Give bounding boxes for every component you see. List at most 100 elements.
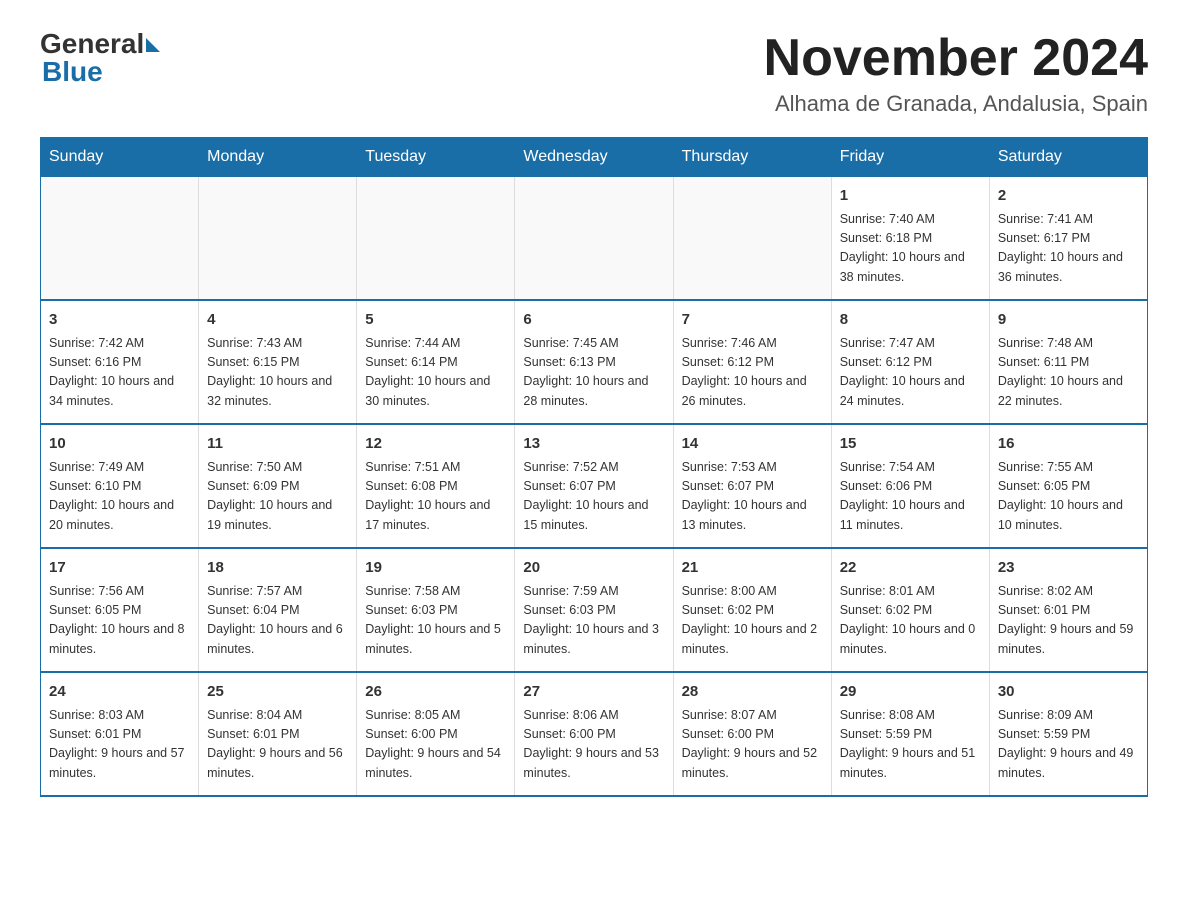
calendar-cell: 6Sunrise: 7:45 AM Sunset: 6:13 PM Daylig… [515,300,673,424]
day-number: 24 [49,681,190,704]
day-number: 26 [365,681,506,704]
calendar-cell: 30Sunrise: 8:09 AM Sunset: 5:59 PM Dayli… [989,672,1147,796]
calendar-cell: 25Sunrise: 8:04 AM Sunset: 6:01 PM Dayli… [199,672,357,796]
column-header-monday: Monday [199,138,357,177]
calendar-cell: 2Sunrise: 7:41 AM Sunset: 6:17 PM Daylig… [989,177,1147,301]
calendar-cell: 3Sunrise: 7:42 AM Sunset: 6:16 PM Daylig… [41,300,199,424]
calendar-cell: 7Sunrise: 7:46 AM Sunset: 6:12 PM Daylig… [673,300,831,424]
day-info: Sunrise: 8:01 AM Sunset: 6:02 PM Dayligh… [840,582,981,660]
day-info: Sunrise: 7:53 AM Sunset: 6:07 PM Dayligh… [682,458,823,536]
calendar-cell: 15Sunrise: 7:54 AM Sunset: 6:06 PM Dayli… [831,424,989,548]
day-number: 18 [207,557,348,580]
calendar-cell [199,177,357,301]
calendar-cell: 1Sunrise: 7:40 AM Sunset: 6:18 PM Daylig… [831,177,989,301]
calendar-cell [357,177,515,301]
calendar-week-row: 1Sunrise: 7:40 AM Sunset: 6:18 PM Daylig… [41,177,1148,301]
day-number: 16 [998,433,1139,456]
day-info: Sunrise: 7:58 AM Sunset: 6:03 PM Dayligh… [365,582,506,660]
day-number: 6 [523,309,664,332]
calendar-week-row: 17Sunrise: 7:56 AM Sunset: 6:05 PM Dayli… [41,548,1148,672]
day-info: Sunrise: 7:45 AM Sunset: 6:13 PM Dayligh… [523,334,664,412]
day-number: 7 [682,309,823,332]
day-number: 20 [523,557,664,580]
day-info: Sunrise: 7:54 AM Sunset: 6:06 PM Dayligh… [840,458,981,536]
day-info: Sunrise: 7:51 AM Sunset: 6:08 PM Dayligh… [365,458,506,536]
calendar-cell: 17Sunrise: 7:56 AM Sunset: 6:05 PM Dayli… [41,548,199,672]
column-header-sunday: Sunday [41,138,199,177]
calendar-cell: 27Sunrise: 8:06 AM Sunset: 6:00 PM Dayli… [515,672,673,796]
calendar-cell: 10Sunrise: 7:49 AM Sunset: 6:10 PM Dayli… [41,424,199,548]
calendar-cell: 18Sunrise: 7:57 AM Sunset: 6:04 PM Dayli… [199,548,357,672]
day-number: 1 [840,185,981,208]
logo-general: General [40,30,144,58]
day-number: 14 [682,433,823,456]
day-info: Sunrise: 8:02 AM Sunset: 6:01 PM Dayligh… [998,582,1139,660]
day-info: Sunrise: 7:40 AM Sunset: 6:18 PM Dayligh… [840,210,981,288]
day-number: 13 [523,433,664,456]
calendar-cell: 16Sunrise: 7:55 AM Sunset: 6:05 PM Dayli… [989,424,1147,548]
day-info: Sunrise: 7:56 AM Sunset: 6:05 PM Dayligh… [49,582,190,660]
calendar-cell: 28Sunrise: 8:07 AM Sunset: 6:00 PM Dayli… [673,672,831,796]
day-number: 23 [998,557,1139,580]
day-info: Sunrise: 8:09 AM Sunset: 5:59 PM Dayligh… [998,706,1139,784]
day-info: Sunrise: 7:55 AM Sunset: 6:05 PM Dayligh… [998,458,1139,536]
day-info: Sunrise: 8:06 AM Sunset: 6:00 PM Dayligh… [523,706,664,784]
day-number: 9 [998,309,1139,332]
calendar-cell: 26Sunrise: 8:05 AM Sunset: 6:00 PM Dayli… [357,672,515,796]
calendar-cell: 21Sunrise: 8:00 AM Sunset: 6:02 PM Dayli… [673,548,831,672]
day-info: Sunrise: 7:46 AM Sunset: 6:12 PM Dayligh… [682,334,823,412]
day-number: 17 [49,557,190,580]
day-number: 19 [365,557,506,580]
day-number: 12 [365,433,506,456]
day-number: 4 [207,309,348,332]
page-header: General Blue November 2024 Alhama de Gra… [40,30,1148,117]
calendar-cell: 12Sunrise: 7:51 AM Sunset: 6:08 PM Dayli… [357,424,515,548]
column-header-wednesday: Wednesday [515,138,673,177]
day-number: 10 [49,433,190,456]
day-info: Sunrise: 7:41 AM Sunset: 6:17 PM Dayligh… [998,210,1139,288]
day-info: Sunrise: 8:07 AM Sunset: 6:00 PM Dayligh… [682,706,823,784]
day-info: Sunrise: 8:00 AM Sunset: 6:02 PM Dayligh… [682,582,823,660]
title-area: November 2024 Alhama de Granada, Andalus… [764,30,1148,117]
column-header-thursday: Thursday [673,138,831,177]
page-title: November 2024 [764,30,1148,87]
day-number: 15 [840,433,981,456]
day-info: Sunrise: 7:48 AM Sunset: 6:11 PM Dayligh… [998,334,1139,412]
day-number: 30 [998,681,1139,704]
calendar-cell: 24Sunrise: 8:03 AM Sunset: 6:01 PM Dayli… [41,672,199,796]
calendar-week-row: 24Sunrise: 8:03 AM Sunset: 6:01 PM Dayli… [41,672,1148,796]
day-info: Sunrise: 8:04 AM Sunset: 6:01 PM Dayligh… [207,706,348,784]
day-info: Sunrise: 7:42 AM Sunset: 6:16 PM Dayligh… [49,334,190,412]
calendar-cell: 13Sunrise: 7:52 AM Sunset: 6:07 PM Dayli… [515,424,673,548]
day-number: 2 [998,185,1139,208]
calendar-cell: 22Sunrise: 8:01 AM Sunset: 6:02 PM Dayli… [831,548,989,672]
column-header-saturday: Saturday [989,138,1147,177]
day-info: Sunrise: 7:52 AM Sunset: 6:07 PM Dayligh… [523,458,664,536]
day-number: 22 [840,557,981,580]
calendar-week-row: 10Sunrise: 7:49 AM Sunset: 6:10 PM Dayli… [41,424,1148,548]
day-number: 5 [365,309,506,332]
day-info: Sunrise: 8:08 AM Sunset: 5:59 PM Dayligh… [840,706,981,784]
day-info: Sunrise: 7:50 AM Sunset: 6:09 PM Dayligh… [207,458,348,536]
day-number: 3 [49,309,190,332]
calendar-cell [515,177,673,301]
calendar-cell [673,177,831,301]
calendar-cell [41,177,199,301]
day-number: 21 [682,557,823,580]
day-number: 25 [207,681,348,704]
calendar-cell: 20Sunrise: 7:59 AM Sunset: 6:03 PM Dayli… [515,548,673,672]
day-info: Sunrise: 7:47 AM Sunset: 6:12 PM Dayligh… [840,334,981,412]
logo-arrow-icon [146,38,160,52]
day-info: Sunrise: 8:03 AM Sunset: 6:01 PM Dayligh… [49,706,190,784]
calendar-header-row: SundayMondayTuesdayWednesdayThursdayFrid… [41,138,1148,177]
page-subtitle: Alhama de Granada, Andalusia, Spain [764,91,1148,117]
calendar-cell: 8Sunrise: 7:47 AM Sunset: 6:12 PM Daylig… [831,300,989,424]
day-info: Sunrise: 7:44 AM Sunset: 6:14 PM Dayligh… [365,334,506,412]
day-info: Sunrise: 7:57 AM Sunset: 6:04 PM Dayligh… [207,582,348,660]
day-number: 8 [840,309,981,332]
calendar-cell: 19Sunrise: 7:58 AM Sunset: 6:03 PM Dayli… [357,548,515,672]
logo: General Blue [40,30,160,88]
day-number: 11 [207,433,348,456]
day-number: 27 [523,681,664,704]
calendar-cell: 11Sunrise: 7:50 AM Sunset: 6:09 PM Dayli… [199,424,357,548]
